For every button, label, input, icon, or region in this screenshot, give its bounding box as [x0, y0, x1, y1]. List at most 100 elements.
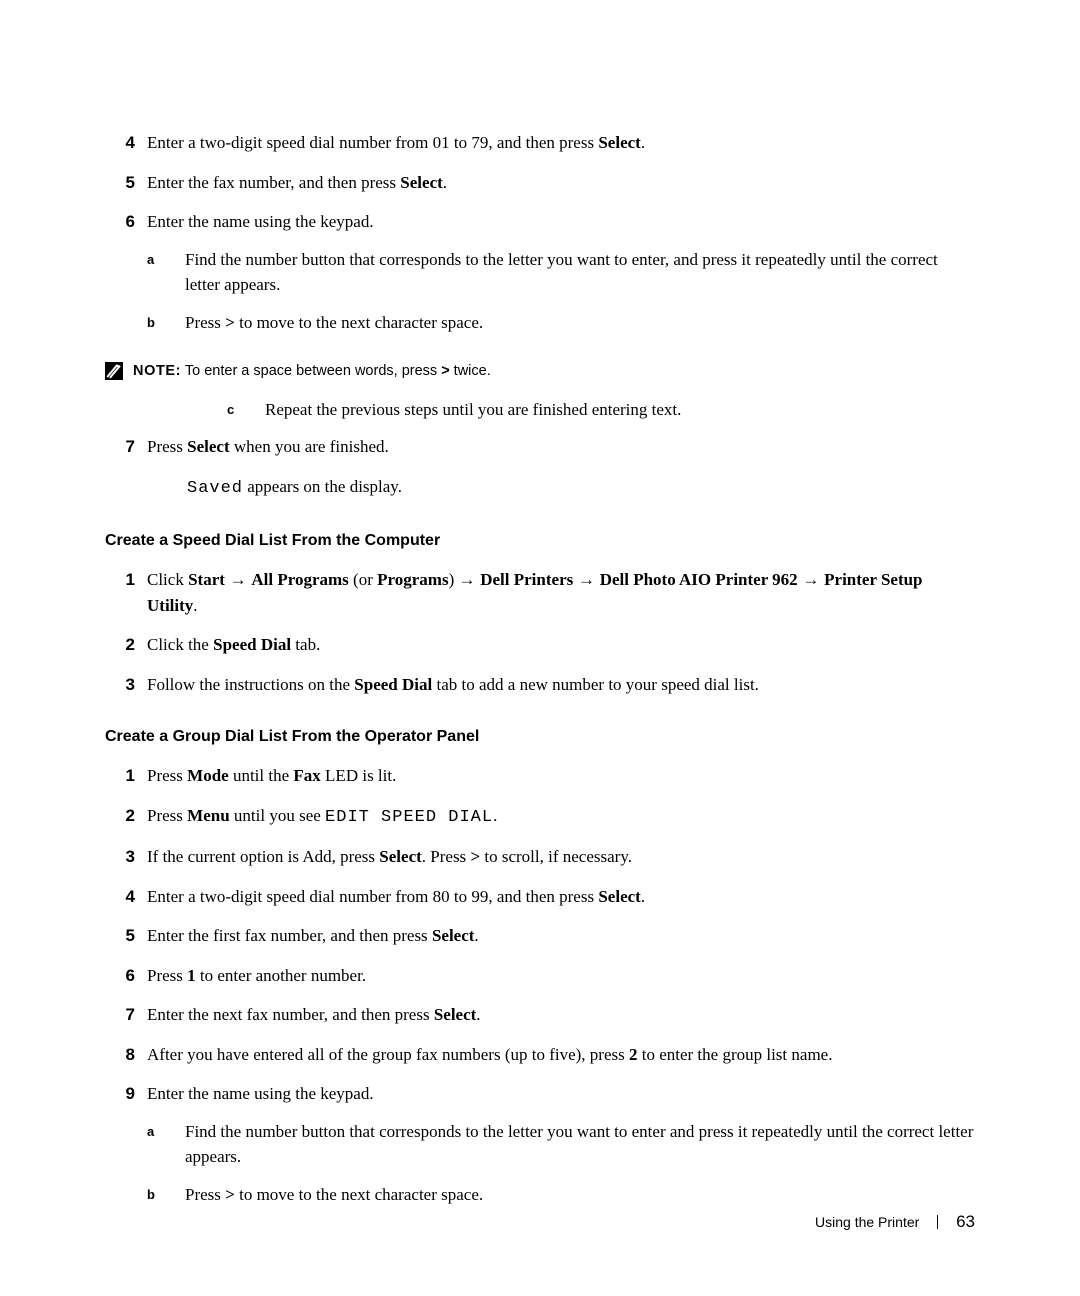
step-body: Enter the fax number, and then press Sel… [147, 170, 975, 196]
page-number: 63 [956, 1212, 975, 1231]
mono-text: EDIT SPEED DIAL [325, 808, 493, 827]
step-c2: 2 Press Menu until you see EDIT SPEED DI… [105, 803, 975, 831]
step-body: After you have entered all of the group … [147, 1042, 975, 1068]
text: Click [147, 570, 188, 589]
text: . [641, 887, 645, 906]
step-7: 7 Press Select when you are finished. [105, 434, 975, 460]
sub-steps-cont: c Repeat the previous steps until you ar… [227, 397, 975, 423]
note-label: NOTE: [133, 363, 181, 379]
sub-steps-c: a Find the number button that correspond… [147, 1119, 975, 1208]
step-body: Click the Speed Dial tab. [147, 632, 975, 658]
step-c6: 6 Press 1 to enter another number. [105, 963, 975, 989]
note-icon [105, 362, 123, 380]
text: Press [147, 437, 187, 456]
bold: > [225, 1185, 235, 1204]
text: Press [185, 1185, 225, 1204]
step-number: 7 [105, 434, 135, 460]
bold: > [470, 847, 480, 866]
section-heading-1: Create a Speed Dial List From the Comput… [105, 529, 975, 553]
step-7-result: Saved appears on the display. [187, 474, 975, 502]
steps-list-a-cont: 7 Press Select when you are finished. [105, 434, 975, 460]
bold: > [441, 363, 449, 379]
bold: Select [400, 173, 442, 192]
arrow: → [573, 570, 599, 589]
step-number: 5 [105, 170, 135, 196]
step-number: 6 [105, 209, 135, 347]
bold: Fax [293, 766, 320, 785]
footer-separator [937, 1215, 938, 1229]
text: Press [147, 806, 187, 825]
steps-list-c: 1 Press Mode until the Fax LED is lit. 2… [105, 763, 975, 1219]
text: Enter a two-digit speed dial number from… [147, 887, 598, 906]
substep-a: a Find the number button that correspond… [147, 247, 975, 298]
text: Enter the next fax number, and then pres… [147, 1005, 434, 1024]
sub-marker: a [147, 1122, 169, 1170]
step-c1: 1 Press Mode until the Fax LED is lit. [105, 763, 975, 789]
substep-c9b: b Press > to move to the next character … [147, 1182, 975, 1208]
bold: Dell Printers [480, 570, 573, 589]
step-c8: 8 After you have entered all of the grou… [105, 1042, 975, 1068]
step-number: 3 [105, 844, 135, 870]
bold: Start [188, 570, 225, 589]
text: ) [449, 570, 459, 589]
step-c4: 4 Enter a two-digit speed dial number fr… [105, 884, 975, 910]
step-c3: 3 If the current option is Add, press Se… [105, 844, 975, 870]
arrow: → [459, 570, 481, 589]
step-c5: 5 Enter the first fax number, and then p… [105, 923, 975, 949]
section-heading-2: Create a Group Dial List From the Operat… [105, 725, 975, 749]
bold: All Programs [251, 570, 348, 589]
sub-marker: b [147, 313, 169, 336]
text: tab. [291, 635, 320, 654]
footer-section: Using the Printer [815, 1214, 919, 1230]
text: Press [147, 766, 187, 785]
bold: Speed Dial [213, 635, 291, 654]
bold: > [225, 313, 235, 332]
bold: Speed Dial [354, 675, 432, 694]
text: . [641, 133, 645, 152]
step-body: Press 1 to enter another number. [147, 963, 975, 989]
content: 4 Enter a two-digit speed dial number fr… [105, 130, 975, 1219]
bold: Select [598, 133, 640, 152]
text: . Press [422, 847, 471, 866]
step-number: 1 [105, 763, 135, 789]
bold: Programs [377, 570, 448, 589]
step-c7: 7 Enter the next fax number, and then pr… [105, 1002, 975, 1028]
step-number: 4 [105, 884, 135, 910]
text: . [193, 596, 197, 615]
text: Click the [147, 635, 213, 654]
text: LED is lit. [321, 766, 397, 785]
sub-body: Repeat the previous steps until you are … [265, 397, 975, 423]
step-body: Enter a two-digit speed dial number from… [147, 884, 975, 910]
step-number: 6 [105, 963, 135, 989]
step-6: 6 Enter the name using the keypad. a Fin… [105, 209, 975, 347]
note: NOTE: To enter a space between words, pr… [105, 361, 975, 383]
step-number: 8 [105, 1042, 135, 1068]
step-body: Press Menu until you see EDIT SPEED DIAL… [147, 803, 975, 831]
text: to move to the next character space. [235, 1185, 483, 1204]
sub-body: Press > to move to the next character sp… [185, 1182, 975, 1208]
step-number: 9 [105, 1081, 135, 1219]
step-body: Enter a two-digit speed dial number from… [147, 130, 975, 156]
text: Press [185, 313, 225, 332]
sub-body: Press > to move to the next character sp… [185, 310, 975, 336]
step-body: Enter the name using the keypad. a Find … [147, 1081, 975, 1219]
sub-body: Find the number button that corresponds … [185, 247, 975, 298]
bold: Dell Photo AIO Printer 962 [600, 570, 798, 589]
bold: Select [187, 437, 229, 456]
step-number: 2 [105, 632, 135, 658]
text: to enter the group list name. [637, 1045, 832, 1064]
substep-b: b Press > to move to the next character … [147, 310, 975, 336]
text: . [493, 806, 497, 825]
step-c9: 9 Enter the name using the keypad. a Fin… [105, 1081, 975, 1219]
step-body: Enter the name using the keypad. a Find … [147, 209, 975, 347]
bold: 1 [187, 966, 196, 985]
text: appears on the display. [243, 477, 402, 496]
step-number: 5 [105, 923, 135, 949]
text: when you are finished. [230, 437, 389, 456]
text: to enter another number. [196, 966, 366, 985]
step-number: 2 [105, 803, 135, 831]
text: . [474, 926, 478, 945]
step-number: 1 [105, 567, 135, 618]
step-body: Press Select when you are finished. [147, 434, 975, 460]
step-body: Press Mode until the Fax LED is lit. [147, 763, 975, 789]
